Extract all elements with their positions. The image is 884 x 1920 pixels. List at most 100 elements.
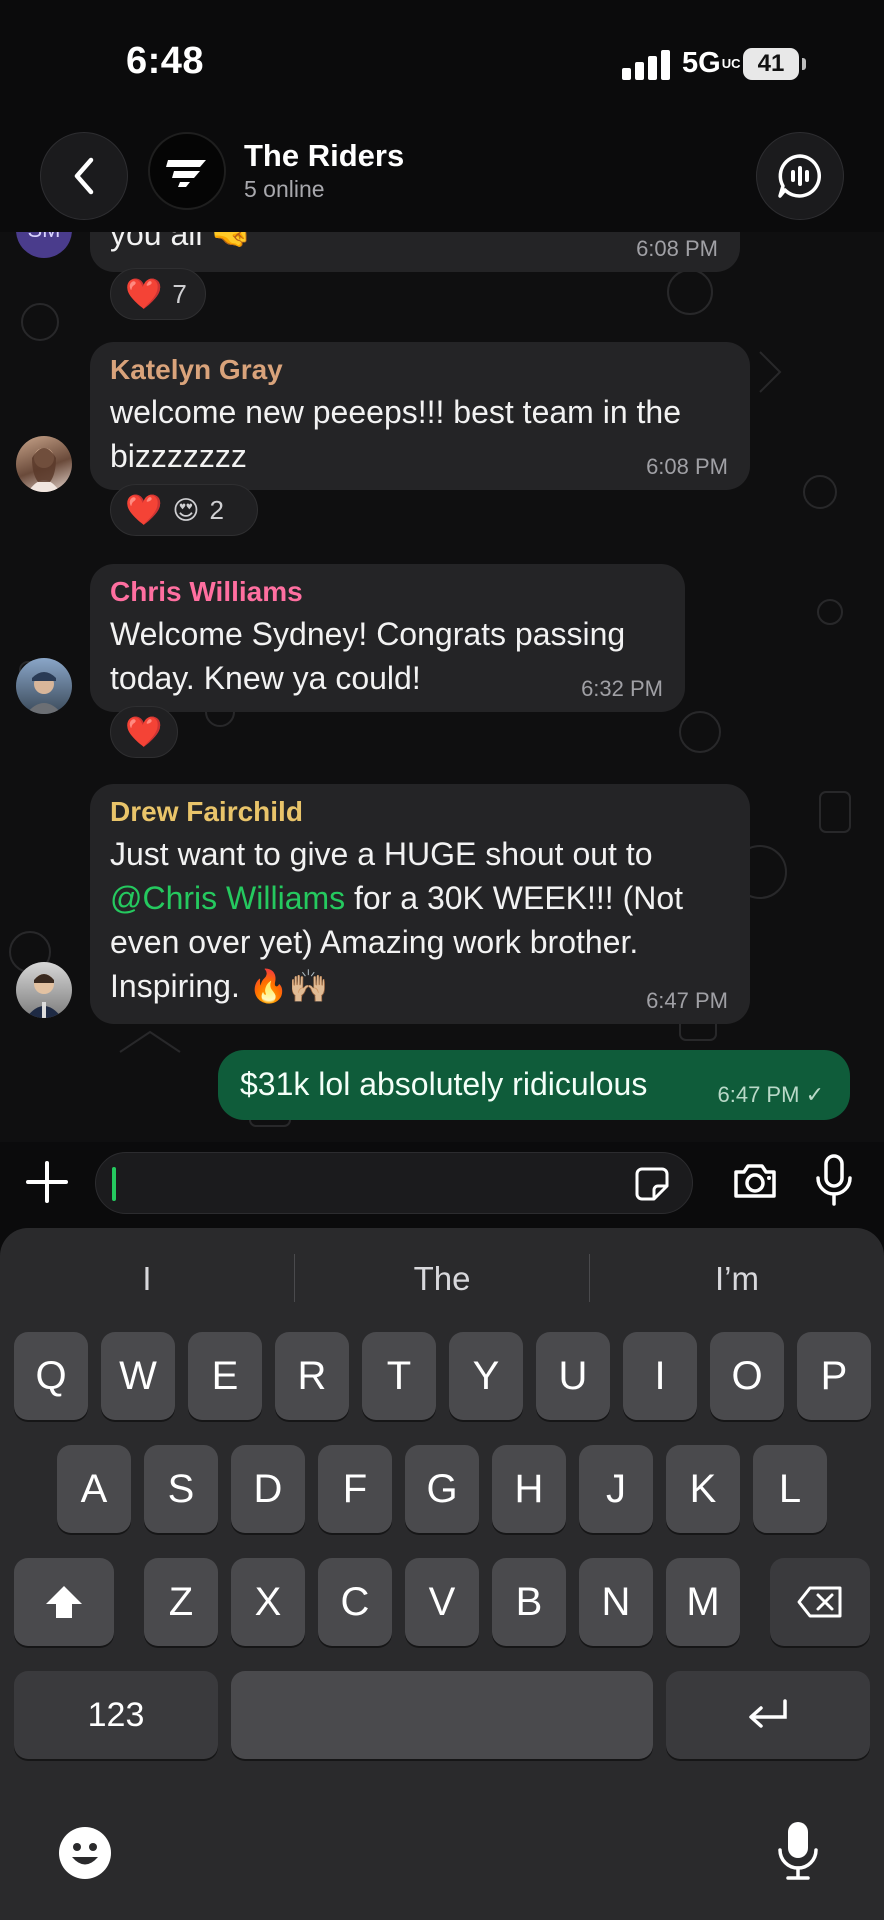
key-i[interactable]: I — [623, 1332, 697, 1420]
network-label: 5GUC — [682, 47, 741, 79]
key-t[interactable]: T — [362, 1332, 436, 1420]
message-line: welcome new peeeps!!! best team in the — [110, 394, 681, 430]
own-message-bubble[interactable]: $31k lol absolutely ridiculous 6:47 PM ✓ — [218, 1050, 850, 1120]
suggestion-3[interactable]: I’m — [590, 1248, 884, 1310]
reaction-pill[interactable]: ❤️ 😍 2 — [110, 484, 258, 536]
key-f[interactable]: F — [318, 1445, 392, 1533]
call-icon — [778, 154, 821, 198]
heart-reaction: ❤️ — [125, 493, 163, 527]
key-c[interactable]: C — [318, 1558, 392, 1646]
message-line: even over yet) Amazing work brother. — [110, 924, 639, 960]
emoji-icon[interactable] — [58, 1826, 112, 1880]
battery-icon: 41 — [743, 48, 806, 80]
key-x[interactable]: X — [231, 1558, 305, 1646]
message-time: 6:47 PM — [646, 988, 728, 1013]
reaction-pill[interactable]: ❤️ — [110, 706, 178, 758]
heart-reaction: ❤️ — [125, 277, 163, 311]
key-l[interactable]: L — [753, 1445, 827, 1533]
person-icon — [26, 974, 62, 1018]
key-u[interactable]: U — [536, 1332, 610, 1420]
person-icon — [26, 672, 62, 714]
message-time: 6:08 PM — [636, 236, 718, 261]
message-line: @Chris Williams for a 30K WEEK!!! (Not — [110, 880, 684, 916]
shift-key[interactable] — [14, 1558, 114, 1646]
key-e[interactable]: E — [188, 1332, 262, 1420]
key-r[interactable]: R — [275, 1332, 349, 1420]
numbers-key[interactable]: 123 — [14, 1671, 218, 1759]
reaction-count: 7 — [172, 278, 187, 309]
return-key[interactable] — [666, 1671, 870, 1759]
shift-icon — [46, 1586, 82, 1618]
message-input[interactable] — [95, 1152, 693, 1214]
person-icon — [28, 448, 60, 492]
message-list[interactable]: SM you all 🤜 6:08 PM ❤️ 7 Katelyn Gray w… — [0, 232, 884, 1142]
heart-eyes-reaction: 😍 — [172, 494, 200, 525]
backspace-icon — [797, 1586, 842, 1618]
message-time: 6:47 PM ✓ — [717, 1082, 825, 1107]
key-n[interactable]: N — [579, 1558, 653, 1646]
reaction-pill[interactable]: ❤️ 7 — [110, 268, 206, 320]
back-button[interactable] — [40, 132, 128, 220]
online-count: 5 online — [244, 176, 325, 202]
composer-bar — [0, 1142, 884, 1236]
group-logo-icon — [166, 160, 206, 187]
avatar-katelyn[interactable] — [16, 436, 72, 492]
message-line: Just want to give a HUGE shout out to — [110, 836, 653, 872]
key-q[interactable]: Q — [14, 1332, 88, 1420]
key-a[interactable]: A — [57, 1445, 131, 1533]
suggestion-1[interactable]: I — [0, 1248, 294, 1310]
key-y[interactable]: Y — [449, 1332, 523, 1420]
backspace-key[interactable] — [770, 1558, 870, 1646]
key-m[interactable]: M — [666, 1558, 740, 1646]
sticker-icon[interactable] — [634, 1166, 670, 1202]
message-text: $31k lol absolutely ridiculous — [240, 1066, 648, 1102]
heart-reaction: ❤️ — [125, 715, 163, 749]
key-s[interactable]: S — [144, 1445, 218, 1533]
keyboard: I The I’m Q W E R T Y U I O P A S D F G … — [0, 1228, 884, 1920]
status-time: 6:48 — [126, 40, 205, 82]
sender-name: Drew Fairchild — [110, 796, 303, 827]
status-bar: 6:48 5GUC 41 — [0, 0, 884, 120]
message-line: Welcome Sydney! Congrats passing — [110, 616, 626, 652]
key-k[interactable]: K — [666, 1445, 740, 1533]
key-p[interactable]: P — [797, 1332, 871, 1420]
sender-name: Chris Williams — [110, 576, 303, 607]
key-g[interactable]: G — [405, 1445, 479, 1533]
mention-link[interactable]: @Chris Williams — [110, 880, 345, 916]
key-h[interactable]: H — [492, 1445, 566, 1533]
dictation-icon[interactable] — [776, 1820, 820, 1882]
key-w[interactable]: W — [101, 1332, 175, 1420]
space-key[interactable] — [231, 1671, 653, 1759]
avatar-drew[interactable] — [16, 962, 72, 1018]
mic-icon[interactable] — [810, 1152, 858, 1208]
message-line: Inspiring. 🔥🙌🏼 — [110, 968, 329, 1004]
key-b[interactable]: B — [492, 1558, 566, 1646]
chat-header: The Riders 5 online — [0, 120, 884, 232]
message-time: 6:32 PM — [581, 676, 663, 701]
key-j[interactable]: J — [579, 1445, 653, 1533]
message-bubble[interactable]: you all 🤜 6:08 PM — [90, 232, 740, 272]
message-bubble[interactable]: Chris Williams Welcome Sydney! Congrats … — [90, 564, 685, 712]
sent-check-icon: ✓ — [805, 1082, 824, 1107]
message-bubble[interactable]: Drew Fairchild Just want to give a HUGE … — [90, 784, 750, 1024]
message-time: 6:08 PM — [646, 454, 728, 479]
message-text: you all 🤜 — [110, 232, 252, 252]
return-icon — [749, 1699, 787, 1728]
avatar-chris[interactable] — [16, 658, 72, 714]
text-caret — [112, 1167, 116, 1201]
key-o[interactable]: O — [710, 1332, 784, 1420]
sender-name: Katelyn Gray — [110, 354, 283, 385]
reaction-count: 2 — [209, 494, 224, 525]
signal-icon — [622, 48, 670, 80]
suggestion-2[interactable]: The — [295, 1248, 589, 1310]
call-button[interactable] — [756, 132, 844, 220]
back-icon — [74, 157, 94, 195]
key-d[interactable]: D — [231, 1445, 305, 1533]
chat-title[interactable]: The Riders — [244, 138, 404, 174]
message-bubble[interactable]: Katelyn Gray welcome new peeeps!!! best … — [90, 342, 750, 490]
key-z[interactable]: Z — [144, 1558, 218, 1646]
key-v[interactable]: V — [405, 1558, 479, 1646]
camera-icon[interactable] — [730, 1156, 780, 1206]
plus-icon[interactable] — [22, 1157, 72, 1207]
group-avatar[interactable] — [148, 132, 226, 210]
